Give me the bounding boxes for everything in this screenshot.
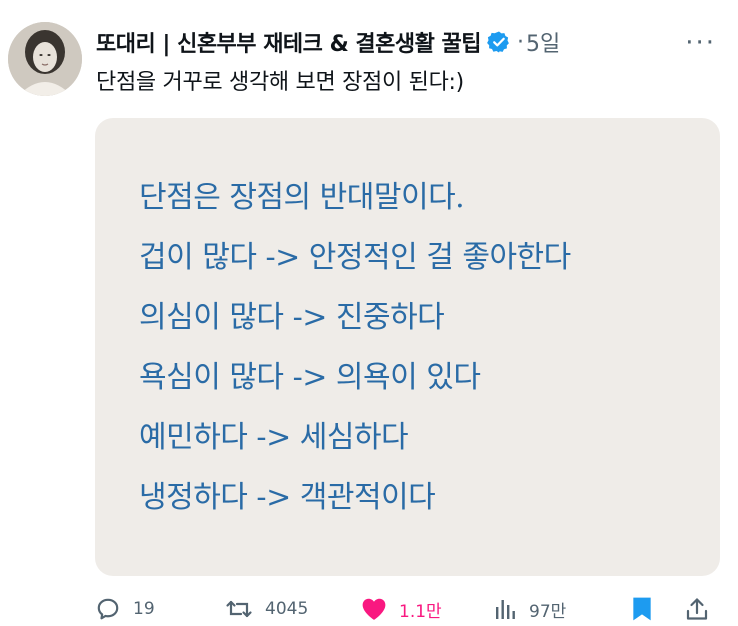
retweet-button[interactable]: 4045 bbox=[225, 596, 308, 622]
views-chart-icon bbox=[496, 600, 515, 619]
media-text-line: 단점은 장점의 반대말이다. bbox=[139, 180, 465, 215]
media-text-line: 겁이 많다 -> 안정적인 걸 좋아한다 bbox=[139, 240, 571, 275]
tweet-media-image[interactable]: 단점은 장점의 반대말이다. 겁이 많다 -> 안정적인 걸 좋아한다 의심이 … bbox=[95, 118, 720, 576]
retweet-count: 4045 bbox=[265, 599, 309, 619]
avatar-image bbox=[8, 22, 82, 96]
like-button[interactable]: 1.1만 bbox=[361, 597, 442, 622]
share-icon bbox=[686, 598, 708, 620]
header-separator: · bbox=[517, 29, 525, 55]
tweet-actions-bar: 19 4045 1.1만 97만 bbox=[95, 592, 722, 626]
media-text-line: 예민하다 -> 세심하다 bbox=[139, 420, 409, 455]
reply-icon bbox=[97, 598, 119, 620]
reply-count: 19 bbox=[133, 599, 155, 619]
tweet-header: 또대리 | 신혼부부 재테크 & 결혼생활 꿀팁 · 5일 ··· bbox=[96, 26, 724, 58]
bookmark-button[interactable] bbox=[631, 596, 653, 622]
share-button[interactable] bbox=[685, 596, 709, 622]
bookmark-icon bbox=[633, 597, 651, 621]
reply-button[interactable]: 19 bbox=[95, 596, 155, 622]
retweet-icon bbox=[226, 600, 252, 618]
views-count: 97만 bbox=[529, 601, 567, 622]
media-text-line: 욕심이 많다 -> 의욕이 있다 bbox=[139, 360, 481, 395]
media-text-line: 냉정하다 -> 객관적이다 bbox=[139, 480, 436, 515]
avatar[interactable] bbox=[8, 22, 82, 96]
tweet-text: 단점을 거꾸로 생각해 보면 장점이 된다:) bbox=[96, 70, 464, 95]
views-button[interactable]: 97만 bbox=[495, 597, 566, 622]
heart-icon bbox=[362, 598, 386, 620]
more-options-icon[interactable]: ··· bbox=[685, 28, 716, 58]
like-count: 1.1만 bbox=[399, 601, 442, 622]
author-name[interactable]: 또대리 | 신혼부부 재테크 & 결혼생활 꿀팁 bbox=[96, 26, 482, 58]
tweet-time[interactable]: 5일 bbox=[526, 26, 560, 58]
media-text-line: 의심이 많다 -> 진중하다 bbox=[139, 300, 445, 335]
verified-badge-icon bbox=[487, 31, 509, 53]
